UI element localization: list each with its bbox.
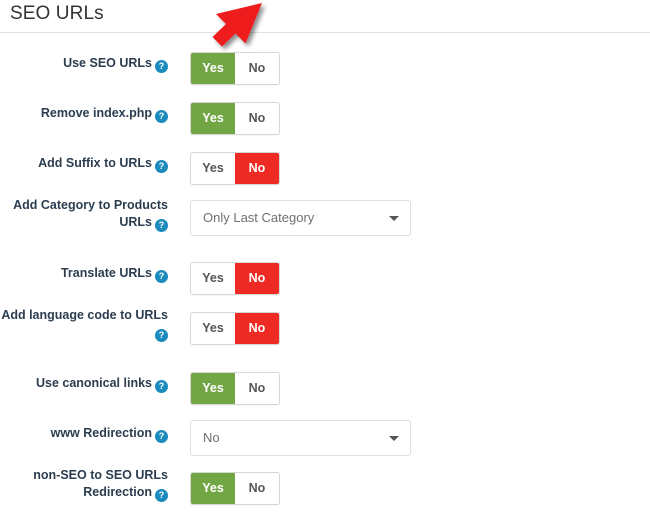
label-text: Use SEO URLs xyxy=(63,56,152,70)
form-row-add-language-code-to-urls: Add language code to URLs? Yes No xyxy=(0,308,650,362)
form-row-add-suffix-to-urls: Add Suffix to URLs? Yes No xyxy=(0,152,650,202)
control-use-canonical-links: Yes No xyxy=(190,372,280,410)
toggle-use-seo-urls[interactable]: Yes No xyxy=(190,52,280,85)
toggle-translate-urls[interactable]: Yes No xyxy=(190,262,280,295)
label-text: Translate URLs xyxy=(60,266,152,280)
toggle-option-yes[interactable]: Yes xyxy=(191,473,235,504)
toggle-option-yes[interactable]: Yes xyxy=(191,153,235,184)
help-icon[interactable]: ? xyxy=(155,380,168,393)
control-www-redirection: No xyxy=(190,420,411,461)
form-row-translate-urls: Translate URLs? Yes No xyxy=(0,262,650,312)
label-translate-urls: Translate URLs? xyxy=(0,265,168,283)
toggle-option-yes[interactable]: Yes xyxy=(191,103,235,134)
form-row-use-canonical-links: Use canonical links? Yes No xyxy=(0,372,650,422)
help-icon[interactable]: ? xyxy=(155,489,168,502)
label-text: Add Suffix to URLs xyxy=(38,156,152,170)
help-icon[interactable]: ? xyxy=(155,219,168,232)
help-icon[interactable]: ? xyxy=(155,270,168,283)
label-use-canonical-links: Use canonical links? xyxy=(0,375,168,393)
select-add-category-to-products-urls[interactable]: Only Last Category xyxy=(190,200,411,236)
form-row-non-seo-to-seo-urls-redirection: non-SEO to SEO URLs Redirection? Yes No xyxy=(0,468,650,522)
select-value: No xyxy=(203,430,220,445)
help-icon[interactable]: ? xyxy=(155,160,168,173)
select-value: Only Last Category xyxy=(203,210,315,225)
form-row-use-seo-urls: Use SEO URLs? Yes No xyxy=(0,52,650,102)
label-text: Add Category to Products URLs xyxy=(13,198,168,229)
chevron-down-icon[interactable] xyxy=(389,216,399,221)
form-row-remove-index-php: Remove index.php? Yes No xyxy=(0,102,650,152)
label-text: www Redirection xyxy=(50,426,152,440)
toggle-option-no[interactable]: No xyxy=(235,153,279,184)
form-row-www-redirection: www Redirection? No xyxy=(0,420,650,472)
toggle-option-yes[interactable]: Yes xyxy=(191,53,235,84)
toggle-option-no[interactable]: No xyxy=(235,53,279,84)
toggle-option-no[interactable]: No xyxy=(235,263,279,294)
toggle-option-yes[interactable]: Yes xyxy=(191,263,235,294)
toggle-remove-index-php[interactable]: Yes No xyxy=(190,102,280,135)
help-icon[interactable]: ? xyxy=(155,430,168,443)
control-add-category-to-products-urls: Only Last Category xyxy=(190,200,411,241)
toggle-option-no[interactable]: No xyxy=(235,313,279,344)
control-add-language-code-to-urls: Yes No xyxy=(190,312,280,350)
help-icon[interactable]: ? xyxy=(155,60,168,73)
help-icon[interactable]: ? xyxy=(155,110,168,123)
label-text: Use canonical links xyxy=(35,376,152,390)
toggle-option-no[interactable]: No xyxy=(235,103,279,134)
label-remove-index-php: Remove index.php? xyxy=(0,105,168,123)
toggle-option-no[interactable]: No xyxy=(235,473,279,504)
control-translate-urls: Yes No xyxy=(190,262,280,300)
chevron-down-icon[interactable] xyxy=(389,436,399,441)
form-row-add-category-to-products-urls: Add Category to Products URLs? Only Last … xyxy=(0,198,650,252)
toggle-add-language-code-to-urls[interactable]: Yes No xyxy=(190,312,280,345)
toggle-option-no[interactable]: No xyxy=(235,373,279,404)
label-add-language-code-to-urls: Add language code to URLs? xyxy=(0,307,168,342)
toggle-non-seo-to-seo-urls-redirection[interactable]: Yes No xyxy=(190,472,280,505)
toggle-use-canonical-links[interactable]: Yes No xyxy=(190,372,280,405)
toggle-add-suffix-to-urls[interactable]: Yes No xyxy=(190,152,280,185)
help-icon[interactable]: ? xyxy=(155,329,168,342)
control-add-suffix-to-urls: Yes No xyxy=(190,152,280,190)
label-use-seo-urls: Use SEO URLs? xyxy=(0,55,168,73)
label-text: Add language code to URLs xyxy=(1,308,168,322)
toggle-option-yes[interactable]: Yes xyxy=(191,373,235,404)
page-title: SEO URLs xyxy=(10,3,104,24)
panel-header: SEO URLs xyxy=(0,0,650,33)
label-non-seo-to-seo-urls-redirection: non-SEO to SEO URLs Redirection? xyxy=(0,467,168,502)
label-text: non-SEO to SEO URLs Redirection xyxy=(33,468,168,499)
label-text: Remove index.php xyxy=(40,106,152,120)
control-remove-index-php: Yes No xyxy=(190,102,280,140)
select-www-redirection[interactable]: No xyxy=(190,420,411,456)
control-use-seo-urls: Yes No xyxy=(190,52,280,90)
toggle-option-yes[interactable]: Yes xyxy=(191,313,235,344)
label-add-category-to-products-urls: Add Category to Products URLs? xyxy=(0,197,168,232)
label-www-redirection: www Redirection? xyxy=(0,425,168,443)
label-add-suffix-to-urls: Add Suffix to URLs? xyxy=(0,155,168,173)
control-non-seo-to-seo-urls-redirection: Yes No xyxy=(190,472,280,510)
